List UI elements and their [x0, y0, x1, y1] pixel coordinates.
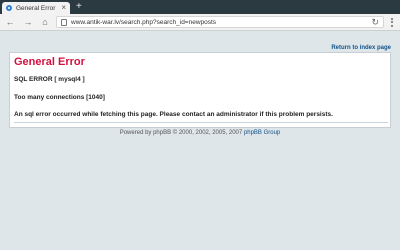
phpbb-group-link[interactable]: phpBB Group — [244, 130, 280, 136]
error-description: An sql error occurred while fetching thi… — [14, 111, 333, 118]
page-icon — [61, 18, 67, 26]
page-footer: Powered by phpBB © 2000, 2002, 2005, 200… — [0, 130, 400, 136]
reload-icon[interactable]: ↻ — [371, 17, 379, 28]
menu-dot — [391, 24, 393, 27]
menu-dot — [391, 21, 393, 23]
footer-text: Powered by phpBB © 2000, 2002, 2005, 200… — [119, 130, 243, 136]
address-bar[interactable]: www.antik-war.lv/search.php?search_id=ne… — [56, 16, 384, 28]
return-to-index-link[interactable]: Return to index page — [331, 45, 391, 51]
home-icon[interactable]: ⌂ — [39, 16, 51, 28]
sql-error-line: SQL ERROR [ mysql4 ] — [14, 76, 85, 83]
browser-toolbar: ← → ⌂ www.antik-war.lv/search.php?search… — [0, 14, 400, 31]
tab-close-icon[interactable]: × — [61, 3, 66, 13]
url-text[interactable]: www.antik-war.lv/search.php?search_id=ne… — [71, 19, 216, 26]
panel-divider — [14, 122, 388, 123]
new-tab-button[interactable]: + — [76, 1, 82, 13]
forward-arrow-icon[interactable]: → — [22, 16, 34, 28]
tab-strip: General Error × + — [0, 0, 400, 14]
tab-title: General Error — [16, 4, 56, 12]
menu-dot — [391, 17, 393, 20]
connections-error-line: Too many connections [1040] — [14, 94, 105, 101]
menu-dots-icon[interactable] — [388, 16, 396, 28]
error-title: General Error — [14, 56, 85, 68]
error-panel: General Error SQL ERROR [ mysql4 ] Too m… — [9, 52, 391, 128]
site-favicon-icon — [6, 5, 12, 11]
back-arrow-icon[interactable]: ← — [4, 16, 16, 28]
browser-tab[interactable]: General Error × — [2, 2, 70, 14]
